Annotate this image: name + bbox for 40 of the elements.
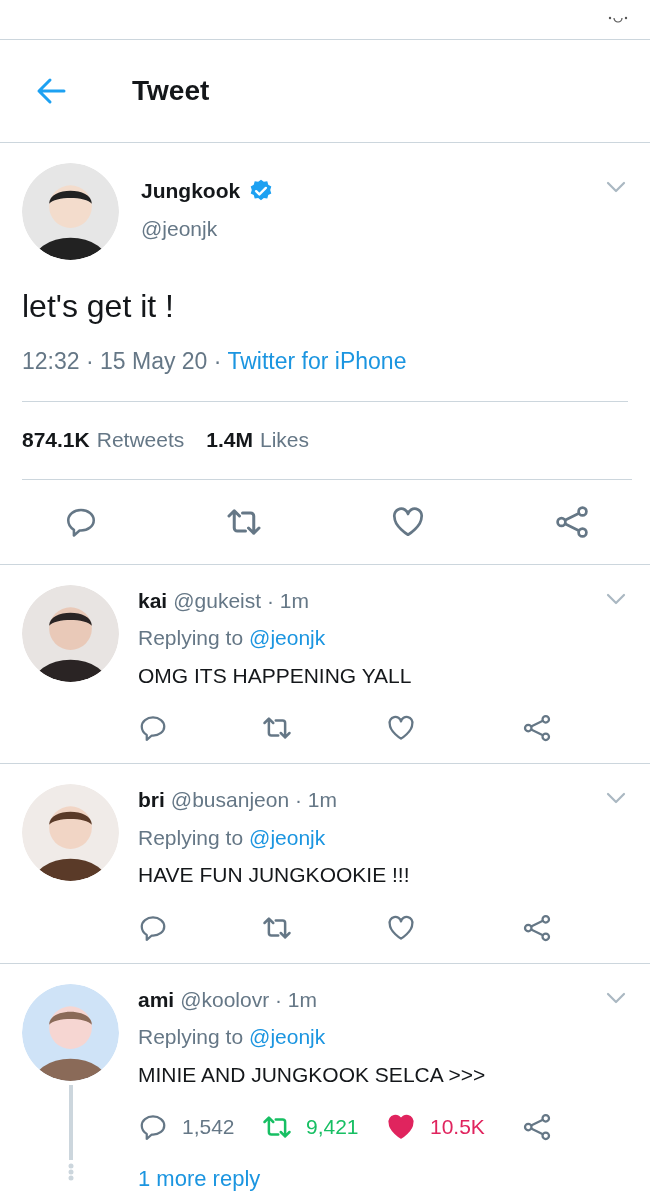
- display-name: ami: [138, 986, 175, 1013]
- status-icon: [608, 14, 628, 25]
- back-icon[interactable]: [36, 77, 66, 105]
- handle-and-time: @gukeist · 1m: [173, 587, 309, 614]
- share-icon[interactable]: [522, 713, 552, 743]
- share-icon[interactable]: [522, 912, 552, 943]
- likes-label[interactable]: Likes: [259, 424, 309, 456]
- reply-icon[interactable]: [138, 1112, 168, 1142]
- reply-text: OMG ITS HAPPENING YALL: [138, 662, 413, 689]
- tweet-text: let's get it !: [22, 287, 175, 326]
- replying-label: Replying to: [138, 625, 244, 651]
- share-icon[interactable]: [554, 503, 590, 540]
- handle: @jeonjk: [141, 215, 219, 242]
- retweet-count: 9,421: [306, 1114, 359, 1141]
- reply-text: MINIE AND JUNGKOOK SELCA >>>: [138, 1061, 487, 1088]
- replying-label: Replying to: [138, 1024, 244, 1050]
- like-count: 10.5K: [430, 1114, 485, 1141]
- reply-count: 1,542: [182, 1114, 235, 1141]
- retweets-label[interactable]: Retweets: [96, 424, 185, 456]
- thread-dots-icon: [67, 1162, 74, 1181]
- replying-label: Replying to: [138, 824, 244, 851]
- like-count: 1.4M: [206, 427, 253, 454]
- handle-and-time: @koolovr · 1m: [180, 986, 318, 1013]
- reply-icon[interactable]: [138, 713, 168, 743]
- heart-icon[interactable]: [386, 713, 416, 743]
- display-name: bri: [138, 787, 165, 813]
- handle-and-time: @busanjeon · 1m: [170, 787, 337, 813]
- mention-link[interactable]: @jeonjk: [249, 622, 326, 654]
- mention-link[interactable]: @jeonjk: [249, 1021, 326, 1053]
- display-name: kai: [138, 587, 168, 614]
- timestamp: 12:32 · 15 May 20 ·: [22, 347, 222, 376]
- page-title: Tweet: [132, 74, 210, 108]
- source-link[interactable]: Twitter for iPhone: [227, 344, 407, 379]
- mention-link[interactable]: @jeonjk: [249, 821, 326, 853]
- retweet-count: 874.1K: [22, 427, 90, 454]
- heart-icon[interactable]: [386, 1112, 416, 1142]
- reply-text: HAVE FUN JUNGKOOKIE !!!: [138, 862, 411, 888]
- more-replies-link[interactable]: 1 more reply: [138, 1162, 628, 1195]
- display-name: Jungkook: [141, 178, 241, 204]
- share-icon[interactable]: [522, 1112, 552, 1142]
